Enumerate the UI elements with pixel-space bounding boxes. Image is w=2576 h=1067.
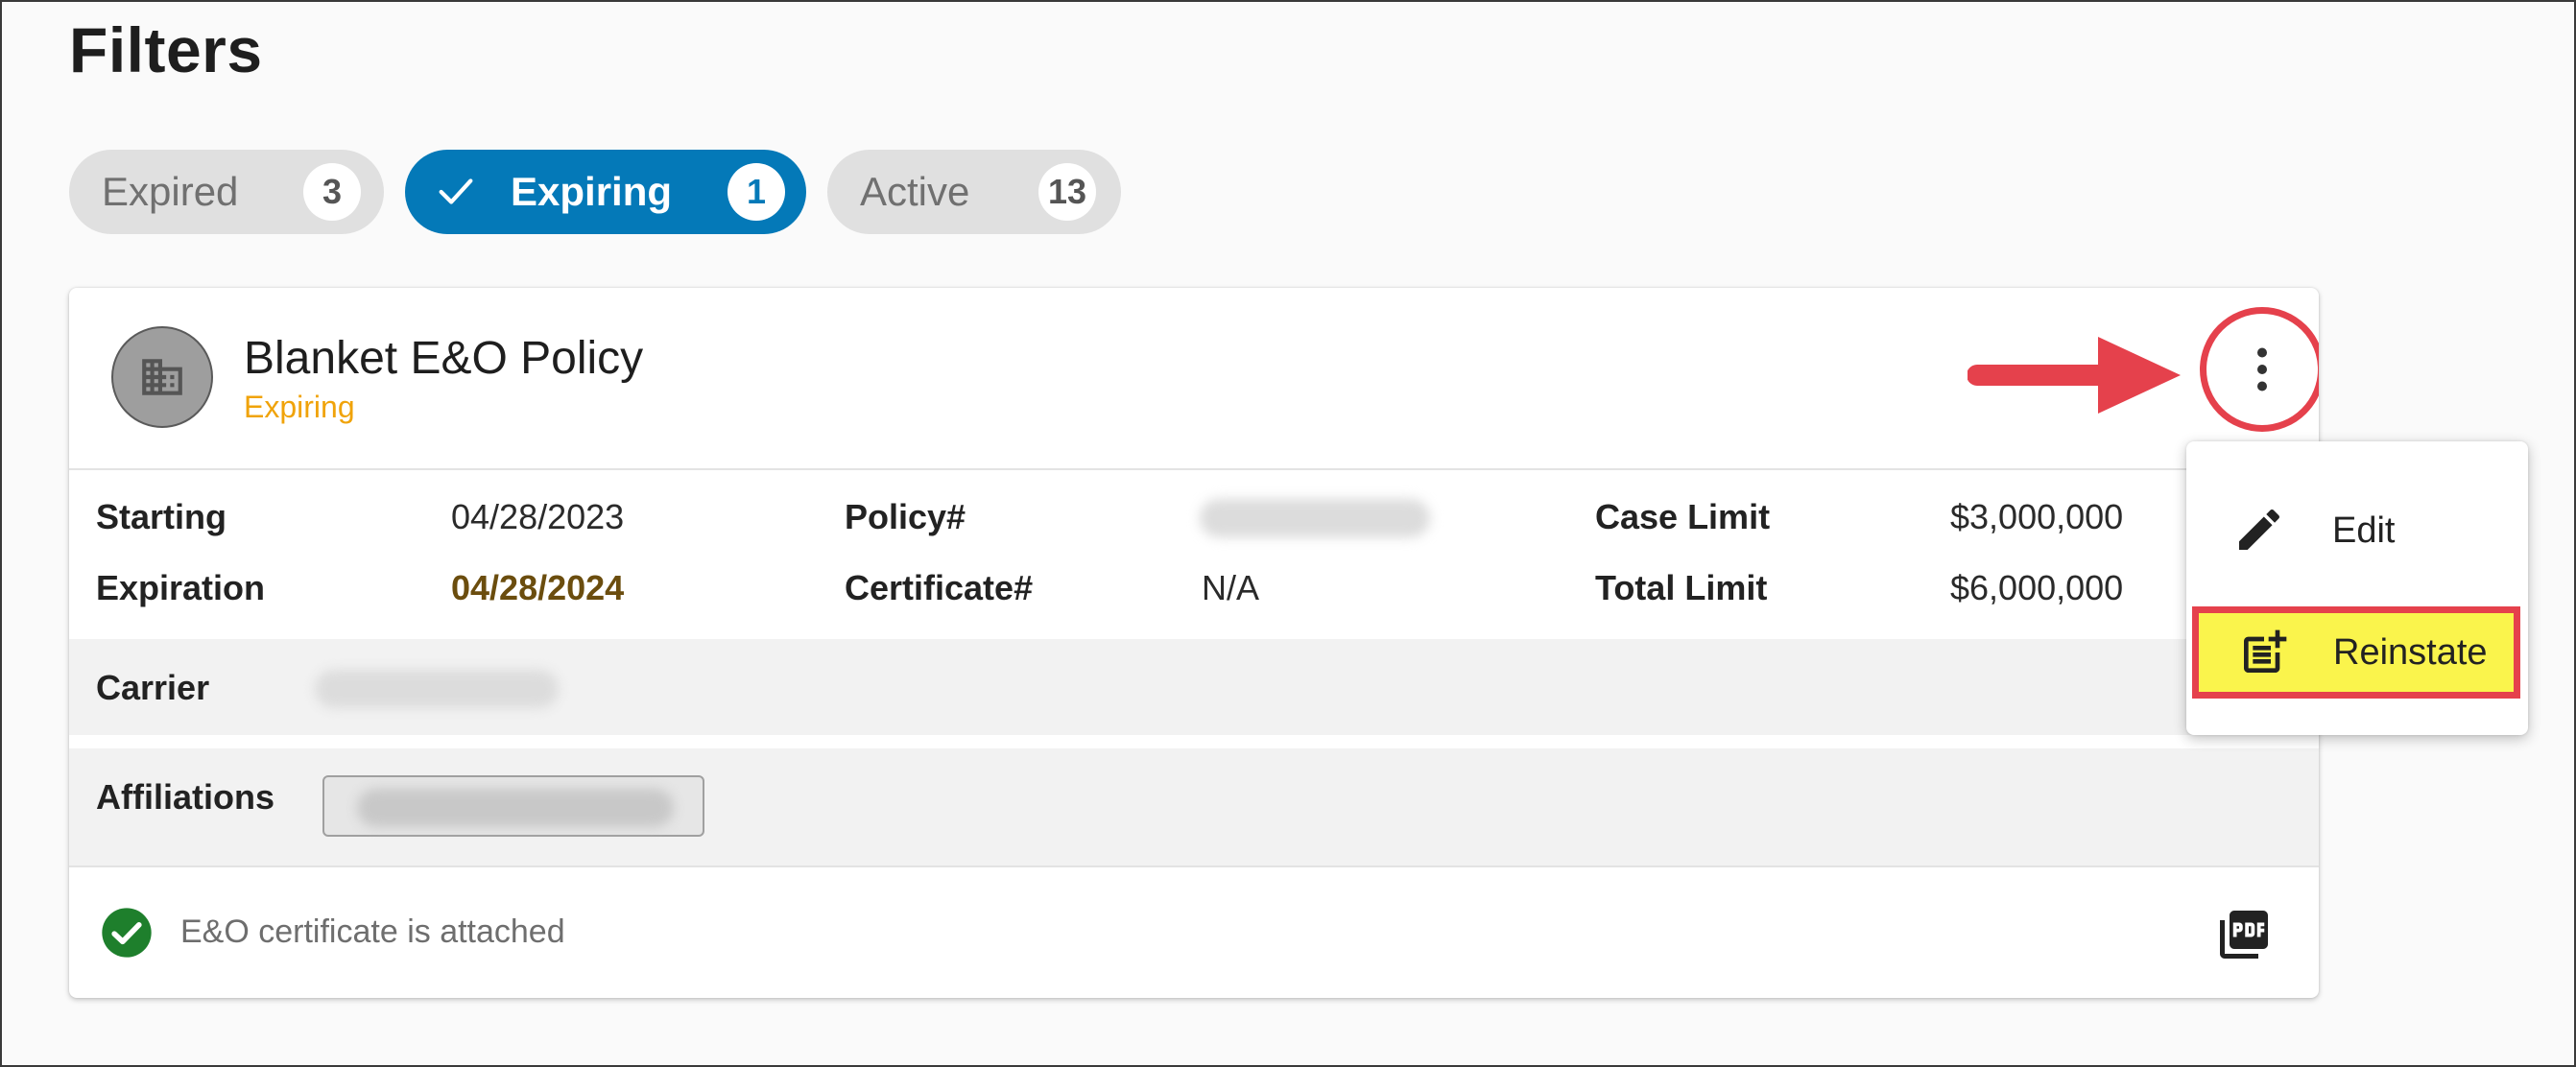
annotation-arrow-icon xyxy=(1968,337,2181,414)
menu-item-edit[interactable]: Edit xyxy=(2186,484,2528,576)
filter-chip-count: 3 xyxy=(303,163,361,221)
case-limit-label: Case Limit xyxy=(1595,497,1771,536)
expiration-label: Expiration xyxy=(96,568,266,607)
check-icon xyxy=(439,178,473,204)
menu-item-label: Edit xyxy=(2332,510,2396,551)
building-icon xyxy=(111,326,213,428)
divider xyxy=(69,865,2319,867)
filter-chip-count: 13 xyxy=(1038,163,1096,221)
starting-label: Starting xyxy=(96,497,227,536)
divider xyxy=(69,468,2319,470)
carrier-label: Carrier xyxy=(96,668,210,707)
filter-chip-label: Active xyxy=(860,169,970,214)
check-circle-icon xyxy=(102,908,152,958)
case-limit-value: $3,000,000 xyxy=(1950,497,2124,536)
page-title: Filters xyxy=(69,14,263,85)
menu-item-reinstate[interactable]: Reinstate xyxy=(2192,606,2520,699)
carrier-value-redacted xyxy=(315,670,559,708)
affiliation-value-redacted xyxy=(357,789,674,827)
filter-chip-label: Expired xyxy=(102,169,239,214)
pencil-icon xyxy=(2239,509,2280,550)
starting-value: 04/28/2023 xyxy=(451,497,625,536)
affiliations-label: Affiliations xyxy=(96,777,274,817)
filter-chip-active[interactable]: Active 13 xyxy=(827,150,1121,234)
total-limit-label: Total Limit xyxy=(1595,568,1768,607)
more-vert-icon xyxy=(2257,347,2267,391)
expiration-value: 04/28/2024 xyxy=(451,568,625,607)
filter-chip-label: Expiring xyxy=(511,169,673,214)
filter-chip-expired[interactable]: Expired 3 xyxy=(69,150,384,234)
options-menu: Edit Reinstate xyxy=(2186,441,2528,735)
menu-item-label: Reinstate xyxy=(2333,632,2488,673)
policy-title: Blanket E&O Policy xyxy=(244,333,644,384)
policy-number-value-redacted xyxy=(1200,499,1430,537)
filter-chip-count: 1 xyxy=(727,163,785,221)
affiliation-chip[interactable] xyxy=(322,775,704,837)
screen-frame: Filters Expired 3 Expiring 1 Active 13 B… xyxy=(0,0,2576,1067)
note-add-icon xyxy=(2244,629,2287,673)
certificate-attached-text: E&O certificate is attached xyxy=(180,913,565,950)
more-options-button[interactable] xyxy=(2200,307,2319,432)
pdf-icon[interactable] xyxy=(2215,906,2273,963)
certificate-number-value: N/A xyxy=(1202,568,1260,607)
policy-number-label: Policy# xyxy=(845,497,966,536)
certificate-number-label: Certificate# xyxy=(845,568,1034,607)
filter-chip-expiring[interactable]: Expiring 1 xyxy=(405,150,806,234)
policy-status: Expiring xyxy=(244,390,355,424)
total-limit-value: $6,000,000 xyxy=(1950,568,2124,607)
